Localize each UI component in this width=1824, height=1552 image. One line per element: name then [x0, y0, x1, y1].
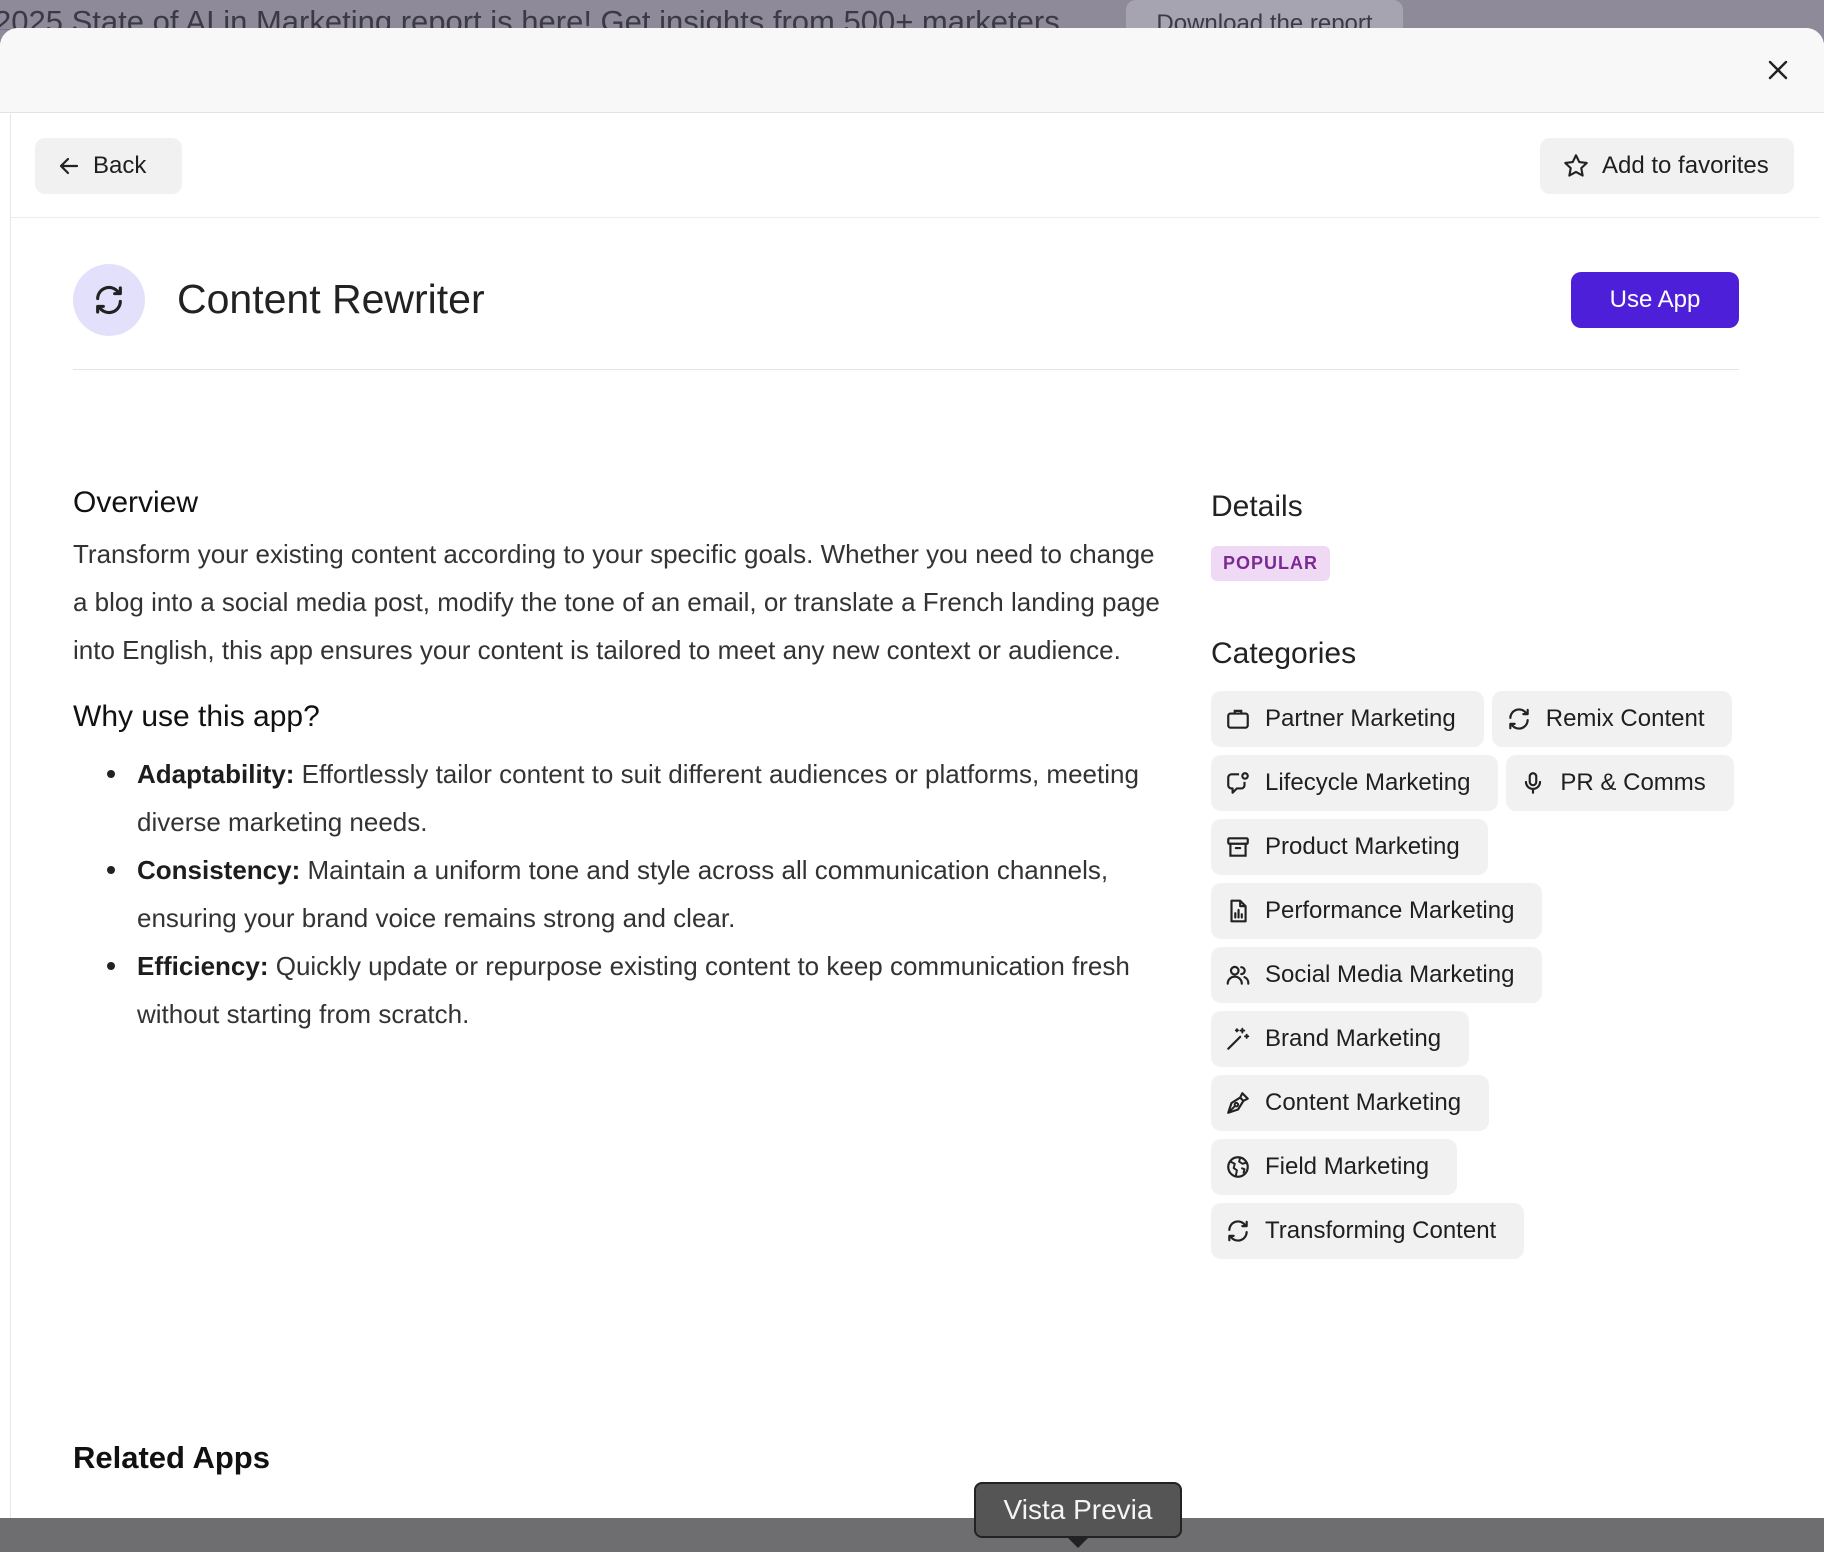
- category-chip-social-media-marketing[interactable]: Social Media Marketing: [1211, 947, 1543, 1003]
- category-chip-lifecycle-marketing[interactable]: Lifecycle Marketing: [1211, 755, 1499, 811]
- categories-heading: Categories: [1211, 637, 1357, 670]
- page-title: Content Rewriter: [177, 276, 485, 322]
- refresh-icon: [1228, 1220, 1248, 1242]
- use-app-button[interactable]: Use App: [1571, 272, 1739, 328]
- benefit-text: Quickly update or repurpose existing con…: [137, 951, 1130, 1029]
- category-label: Transforming Content: [1265, 1217, 1497, 1244]
- modal-header: [0, 28, 1824, 113]
- category-label: Performance Marketing: [1265, 897, 1515, 924]
- app-detail-modal: Back Add to favorites Content Rewriter U…: [0, 28, 1824, 1518]
- panel-toolbar: Back Add to favorites: [11, 114, 1820, 218]
- favorites-label: Add to favorites: [1602, 152, 1769, 179]
- back-button[interactable]: Back: [35, 138, 182, 194]
- app-icon: [73, 264, 145, 336]
- chart-document-icon: [1230, 899, 1247, 923]
- close-button[interactable]: [1762, 54, 1794, 86]
- refresh-icon: [96, 285, 122, 315]
- category-chip-product-marketing[interactable]: Product Marketing: [1211, 819, 1488, 875]
- app-detail-panel: Back Add to favorites Content Rewriter U…: [10, 114, 1820, 1518]
- app-header: Content Rewriter Use App: [73, 264, 1739, 370]
- why-heading: Why use this app?: [73, 700, 320, 733]
- benefit-title: Consistency:: [137, 855, 301, 885]
- category-label: Partner Marketing: [1265, 705, 1456, 732]
- announcement-banner: 2025 State of AI in Marketing report is …: [0, 0, 1824, 30]
- category-chip-brand-marketing[interactable]: Brand Marketing: [1211, 1011, 1470, 1067]
- list-item: Adaptability: Effortlessly tailor conten…: [107, 750, 1163, 846]
- banner-text: 2025 State of AI in Marketing report is …: [0, 4, 1060, 30]
- tooltip-arrow: [1066, 1536, 1090, 1548]
- list-item: Efficiency: Quickly update or repurpose …: [107, 942, 1163, 1038]
- category-label: Remix Content: [1545, 705, 1705, 732]
- details-heading: Details: [1211, 490, 1303, 523]
- microphone-icon: [1525, 772, 1542, 794]
- why-list: Adaptability: Effortlessly tailor conten…: [73, 750, 1163, 1038]
- category-label: Content Marketing: [1265, 1089, 1462, 1116]
- magic-wand-icon: [1227, 1027, 1250, 1050]
- category-chip-field-marketing[interactable]: Field Marketing: [1211, 1139, 1458, 1195]
- overview-text: Transform your existing content accordin…: [73, 539, 1160, 665]
- chat-bubble-icon: [1227, 772, 1249, 794]
- category-label: PR & Comms: [1560, 769, 1706, 796]
- download-report-button[interactable]: Download the report: [1126, 0, 1403, 30]
- bottom-strip: [0, 1518, 1824, 1552]
- category-label: Product Marketing: [1265, 833, 1460, 860]
- category-label: Field Marketing: [1265, 1153, 1430, 1180]
- category-chip-transforming-content[interactable]: Transforming Content: [1211, 1203, 1525, 1259]
- category-chip-partner-marketing[interactable]: Partner Marketing: [1211, 691, 1484, 747]
- archive-box-icon: [1227, 837, 1249, 857]
- overview-heading: Overview: [73, 486, 199, 519]
- preview-tooltip: Vista Previa: [974, 1482, 1182, 1538]
- close-icon: [1768, 60, 1788, 80]
- benefit-title: Efficiency:: [137, 951, 269, 981]
- overview-section: Overview Transform your existing content…: [73, 486, 1163, 1038]
- arrow-left-icon: [59, 157, 79, 175]
- benefit-title: Adaptability:: [137, 759, 295, 789]
- star-icon: [1564, 154, 1588, 177]
- category-chip-performance-marketing[interactable]: Performance Marketing: [1211, 883, 1543, 939]
- category-list: Partner Marketing Remix Content Lifecycl…: [1211, 691, 1771, 1259]
- category-chip-pr-comms[interactable]: PR & Comms: [1506, 755, 1734, 811]
- details-section: Details POPULAR Categories Partner Marke…: [1211, 490, 1771, 1259]
- pen-nib-icon: [1227, 1092, 1249, 1114]
- category-chip-remix-content[interactable]: Remix Content: [1491, 691, 1733, 747]
- category-label: Brand Marketing: [1265, 1025, 1442, 1052]
- briefcase-icon: [1227, 709, 1249, 729]
- category-label: Social Media Marketing: [1265, 961, 1515, 988]
- add-to-favorites-button[interactable]: Add to favorites: [1540, 138, 1794, 194]
- globe-icon: [1227, 1156, 1249, 1178]
- related-apps-heading: Related Apps: [73, 1440, 270, 1475]
- category-chip-content-marketing[interactable]: Content Marketing: [1211, 1075, 1490, 1131]
- category-label: Lifecycle Marketing: [1265, 769, 1471, 796]
- users-icon: [1226, 965, 1250, 985]
- list-item: Consistency: Maintain a uniform tone and…: [107, 846, 1163, 942]
- status-badge: POPULAR: [1211, 546, 1331, 581]
- refresh-icon: [1509, 708, 1529, 730]
- back-label: Back: [93, 152, 147, 179]
